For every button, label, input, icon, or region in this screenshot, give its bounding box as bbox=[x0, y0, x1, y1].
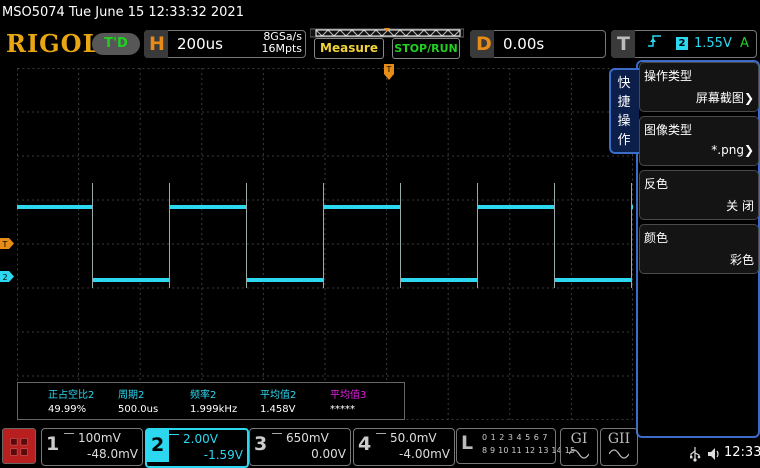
trigger-level-marker[interactable]: T bbox=[0, 238, 14, 249]
channel-offset: -48.0mV bbox=[87, 447, 138, 461]
horizontal-key-label: H bbox=[149, 33, 165, 55]
channel-number: 4 bbox=[358, 433, 372, 455]
menu-item-label: 反色 bbox=[644, 177, 669, 191]
ch2-waveform-edges bbox=[92, 183, 632, 288]
graticule bbox=[17, 68, 633, 420]
rising-edge-icon bbox=[648, 35, 661, 47]
timebase-value: 200us bbox=[177, 35, 223, 53]
sine-wave-icon bbox=[569, 449, 589, 459]
measurement-value: ***** bbox=[330, 404, 355, 415]
channel-scale: 650mV bbox=[286, 431, 329, 445]
dc-coupling-icon bbox=[376, 433, 386, 439]
generator-2-label: GII bbox=[607, 431, 631, 447]
channel-3-box[interactable]: 3 650mV 0.00V bbox=[249, 428, 351, 466]
channel-scale: 100mV bbox=[78, 431, 121, 445]
menu-item-value: 屏幕截图❯ bbox=[695, 91, 754, 105]
menu-item-image-type[interactable]: 图像类型 *.png❯ bbox=[639, 116, 759, 166]
system-clock: 12:33 bbox=[724, 445, 760, 460]
memory-depth: 16Mpts bbox=[261, 42, 302, 55]
channel-4-box[interactable]: 4 50.0mV -4.00mV bbox=[353, 428, 455, 466]
trigger-source-badge: 2 bbox=[676, 37, 688, 50]
measurement-item: 平均值2 1.458V bbox=[260, 389, 296, 417]
trigger-position-marker[interactable]: T bbox=[384, 64, 394, 80]
measurement-label: 平均值3 bbox=[330, 390, 367, 401]
menu-item-label: 颜色 bbox=[644, 231, 669, 245]
dc-coupling-icon bbox=[272, 433, 282, 439]
menu-item-label: 操作类型 bbox=[644, 69, 693, 83]
channel-number: 2 bbox=[151, 434, 165, 456]
measurement-panel[interactable]: 正占空比2 49.99% 周期2 500.0us 频率2 1.999kHz 平均值2 1.45… bbox=[17, 382, 405, 420]
sine-wave-icon bbox=[609, 449, 629, 459]
sample-rate-info: 8GSa/s 16Mpts bbox=[250, 31, 302, 55]
logic-channels-row-1: 0 1 2 3 4 5 6 7 bbox=[482, 433, 549, 442]
measurement-value: 500.0us bbox=[118, 404, 159, 415]
trigger-state-badge: T'D bbox=[92, 33, 140, 55]
channel-offset: 0.00V bbox=[311, 447, 346, 461]
menu-item-label: 图像类型 bbox=[644, 123, 693, 137]
measurement-item: 平均值3 ***** bbox=[330, 389, 366, 417]
delay-value: 0.00s bbox=[503, 35, 545, 53]
measurement-value: 1.999kHz bbox=[190, 404, 238, 415]
trigger-key-label: T bbox=[617, 33, 630, 55]
measurement-label: 正占空比2 bbox=[48, 390, 95, 401]
measure-button[interactable]: Measure bbox=[314, 38, 384, 59]
rigol-logo: RIGOL bbox=[6, 29, 101, 58]
measurement-value: 1.458V bbox=[260, 404, 296, 415]
ch2-marker-label: 2 bbox=[2, 273, 7, 282]
usb-icon bbox=[690, 447, 701, 462]
channel-number: 1 bbox=[46, 433, 60, 455]
channel-number: 3 bbox=[254, 433, 268, 455]
measurement-item: 正占空比2 49.99% bbox=[48, 389, 94, 417]
trigger-level-marker-label: T bbox=[2, 240, 8, 249]
menu-item-operation-type[interactable]: 操作类型 屏幕截图❯ bbox=[639, 62, 759, 112]
main-menu-button[interactable] bbox=[2, 428, 36, 464]
delay-key-label: D bbox=[476, 33, 492, 55]
generator-2-box[interactable]: GII bbox=[600, 428, 638, 466]
channel-offset: -4.00mV bbox=[399, 447, 450, 461]
menu-item-value: 彩色 bbox=[729, 253, 754, 267]
measurement-label: 平均值2 bbox=[260, 390, 297, 401]
menu-item-value: 关 闭 bbox=[726, 199, 754, 213]
ch2-ground-marker[interactable]: 2 bbox=[0, 271, 14, 282]
status-bar-text: MSO5074 Tue June 15 12:33:32 2021 bbox=[2, 5, 244, 20]
chevron-right-icon: ❯ bbox=[743, 143, 754, 157]
channel-1-box[interactable]: 1 100mV -48.0mV bbox=[41, 428, 143, 466]
svg-text:T: T bbox=[386, 65, 392, 74]
channel-scale: 2.00V bbox=[183, 432, 218, 446]
channel-2-box[interactable]: 2 2.00V -1.59V bbox=[145, 428, 249, 468]
waveform-display[interactable] bbox=[17, 68, 633, 420]
chevron-right-icon: ❯ bbox=[743, 91, 754, 105]
trigger-level: 1.55V bbox=[694, 36, 732, 51]
measurement-label: 频率2 bbox=[190, 390, 217, 401]
menu-item-value: *.png❯ bbox=[711, 143, 754, 157]
channel-offset: -1.59V bbox=[203, 448, 243, 462]
menu-item-invert[interactable]: 反色 关 闭 bbox=[639, 170, 759, 220]
trigger-mode: A bbox=[740, 36, 749, 51]
dc-coupling-icon bbox=[64, 433, 74, 439]
measurement-label: 周期2 bbox=[118, 390, 145, 401]
measurement-value: 49.99% bbox=[48, 404, 87, 415]
quick-operation-label: 快捷操作 bbox=[617, 76, 631, 148]
dc-coupling-icon bbox=[169, 434, 179, 440]
logic-analyzer-key: L bbox=[461, 432, 474, 454]
measurement-item: 频率2 1.999kHz bbox=[190, 389, 237, 417]
measurement-item: 周期2 500.0us bbox=[118, 389, 158, 417]
menu-item-color[interactable]: 颜色 彩色 bbox=[639, 224, 759, 274]
generator-1-box[interactable]: GI bbox=[560, 428, 598, 466]
channel-scale: 50.0mV bbox=[390, 431, 437, 445]
trigger-position-strip bbox=[310, 28, 464, 38]
speaker-icon[interactable] bbox=[706, 446, 722, 462]
stop-run-button[interactable]: STOP/RUN bbox=[392, 38, 460, 59]
generator-1-label: GI bbox=[570, 431, 588, 447]
